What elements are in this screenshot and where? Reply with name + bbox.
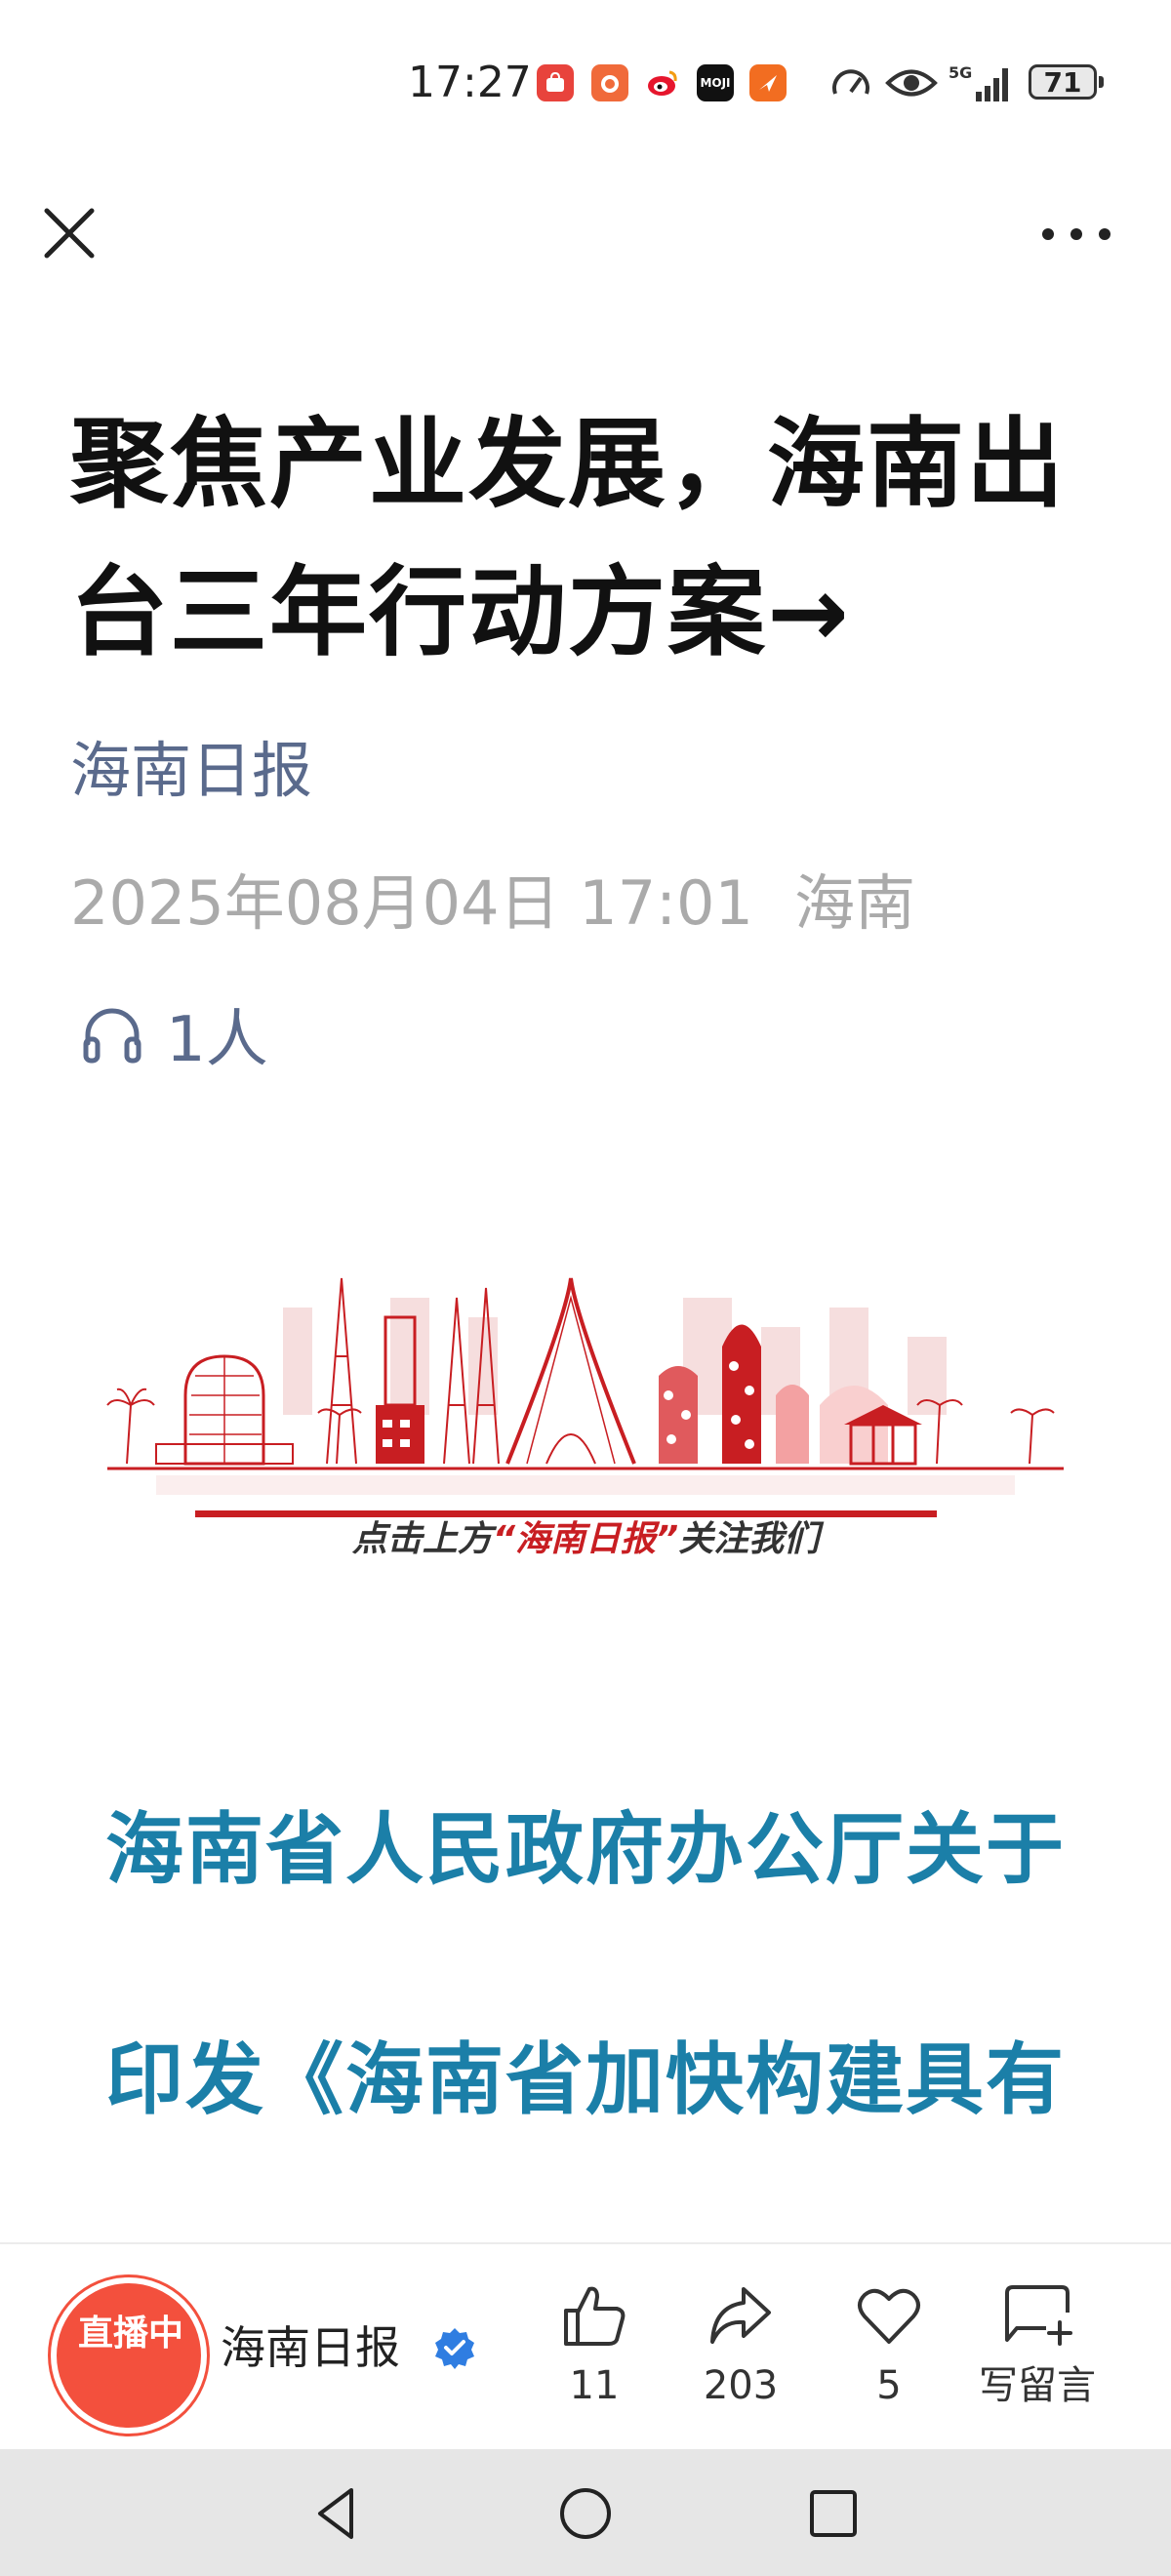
live-badge: 直播中 <box>78 2314 184 2354</box>
article-title: 聚焦产业发展，海南出台三年行动方案→ <box>70 407 1066 669</box>
bottom-action-bar: 直播中 海南日报 11 203 5 写留言 <box>0 2242 1171 2451</box>
home-icon[interactable] <box>554 2482 617 2545</box>
speed-icon <box>832 69 869 95</box>
publish-date: 2025年08月04日 17:01 <box>70 867 753 939</box>
favorite-count: 5 <box>876 2363 902 2408</box>
share-arrow-icon <box>710 2287 771 2344</box>
app-icon <box>591 64 628 101</box>
account-avatar-live[interactable]: 直播中 <box>57 2283 201 2428</box>
like-button[interactable]: 11 <box>521 2279 667 2410</box>
listen-count-row[interactable]: 1人 <box>78 995 268 1076</box>
back-icon[interactable] <box>306 2482 369 2545</box>
account-name[interactable]: 海南日报 <box>221 2320 400 2375</box>
signal-icon: 5G <box>949 63 1008 101</box>
more-options-icon[interactable] <box>1032 205 1120 263</box>
listen-count: 1人 <box>166 1004 268 1076</box>
recent-apps-icon[interactable] <box>802 2482 865 2545</box>
comment-icon <box>1005 2285 1072 2346</box>
share-count: 203 <box>703 2363 779 2408</box>
write-comment-label: 写留言 <box>979 2363 1096 2408</box>
app-icon <box>749 64 787 101</box>
favorite-button[interactable]: 5 <box>816 2279 962 2410</box>
heart-icon <box>858 2288 920 2344</box>
share-button[interactable]: 203 <box>667 2279 814 2410</box>
article-source-link[interactable]: 海南日报 <box>70 732 312 810</box>
write-comment-button[interactable]: 写留言 <box>964 2279 1110 2410</box>
headphones-icon <box>83 1008 141 1064</box>
status-bar: 17:27 MOJI 5G 71 <box>0 0 1171 172</box>
body-heading-1: 海南省人民政府办公厅关于 <box>105 1804 1066 1895</box>
close-icon[interactable] <box>35 199 103 267</box>
moji-weather-icon: MOJI <box>697 64 734 101</box>
publish-location: 海南 <box>793 867 915 939</box>
eye-icon <box>885 69 938 97</box>
status-time: 17:27 <box>408 58 532 107</box>
svg-text:5G: 5G <box>949 63 972 82</box>
huawei-store-icon <box>537 64 574 101</box>
battery-indicator: 71 <box>1029 64 1104 100</box>
article-meta: 2025年08月04日 17:01 海南 <box>70 865 915 943</box>
verified-icon <box>435 2328 474 2369</box>
weibo-icon <box>644 64 681 101</box>
system-navigation-bar <box>0 2449 1171 2576</box>
thumbs-up-icon <box>564 2286 626 2346</box>
banner-caption: 点击上方“海南日报”关注我们 <box>351 1519 820 1559</box>
body-heading-2: 印发《海南省加快构建具有 <box>105 2034 1066 2125</box>
like-count: 11 <box>569 2363 620 2408</box>
